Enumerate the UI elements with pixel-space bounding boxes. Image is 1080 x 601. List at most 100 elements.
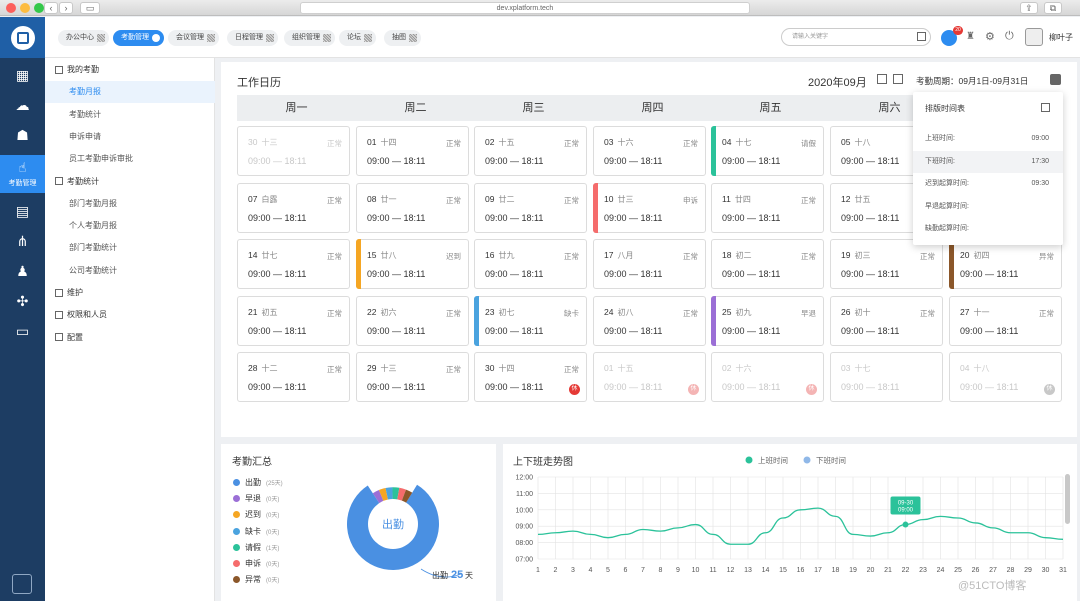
calendar-day[interactable]: 30 十三 正常 09:00 — 18:11 (237, 126, 350, 176)
calendar-day[interactable]: 07 白露 正常 09:00 — 18:11 (237, 182, 350, 233)
calendar-day[interactable]: 30 十四 正常 09:00 — 18:11 休 (474, 352, 587, 402)
menu-item-9[interactable]: 公司考勤统计 (45, 260, 215, 282)
menu-item-12[interactable]: 配置 (45, 327, 215, 349)
menu-item-6[interactable]: 部门考勤月报 (45, 193, 215, 215)
avatar[interactable] (1025, 28, 1043, 46)
tab-3[interactable]: 日程管理 (227, 30, 278, 46)
calendar-day[interactable]: 02 十六 09:00 — 18:11 休 (711, 352, 824, 402)
menu-item-0[interactable]: 我的考勤 (45, 59, 215, 81)
power-icon[interactable]: ⏻ (1005, 30, 1014, 43)
calendar-day[interactable]: 21 初五 正常 09:00 — 18:11 (237, 295, 350, 346)
app-logo[interactable] (0, 17, 45, 58)
calendar-day[interactable]: 17 八月 正常 09:00 — 18:11 (593, 239, 706, 289)
menu-item-8[interactable]: 部门考勤统计 (45, 237, 215, 259)
calendar-day[interactable]: 10 廿三 申诉 09:00 — 18:11 (593, 182, 706, 233)
tab-0[interactable]: 办公中心 (58, 30, 109, 46)
calendar-day[interactable]: 02 十五 正常 09:00 — 18:11 (474, 126, 587, 176)
calendar-day[interactable]: 24 初八 正常 09:00 — 18:11 (593, 295, 706, 346)
user-name[interactable]: 柳叶子 (1049, 32, 1073, 43)
clock-icon[interactable] (1050, 74, 1061, 85)
calendar-day[interactable]: 04 十七 请假 09:00 — 18:11 (711, 126, 824, 176)
calendar-month[interactable]: 2020年09月 (808, 74, 867, 90)
calendar-day[interactable]: 11 廿四 正常 09:00 — 18:11 (711, 182, 824, 233)
calendar-day[interactable]: 15 廿八 迟到 09:00 — 18:11 (356, 239, 469, 289)
menu-item-7[interactable]: 个人考勤月报 (45, 215, 215, 237)
schedule-row: 缺勤起算时间: (913, 218, 1063, 240)
calendar-day[interactable]: 28 十二 正常 09:00 — 18:11 (237, 352, 350, 402)
share-icon[interactable]: ⇪ (1020, 2, 1038, 14)
qr-icon[interactable] (409, 34, 417, 42)
tab-2[interactable]: 会议管理 (168, 30, 219, 46)
qr-icon[interactable] (266, 34, 274, 42)
app-grid-icon[interactable] (12, 574, 32, 594)
fullscreen-icon[interactable] (917, 32, 926, 41)
calendar-day[interactable]: 01 十五 09:00 — 18:11 休 (593, 352, 706, 402)
qr-icon[interactable] (364, 34, 372, 42)
calendar-day[interactable]: 14 廿七 正常 09:00 — 18:11 (237, 239, 350, 289)
sidebar-item-attendance[interactable]: ☝ 考勤管理 (0, 155, 45, 193)
close-window-icon[interactable] (6, 3, 16, 13)
calendar-day[interactable]: 16 廿九 正常 09:00 — 18:11 (474, 239, 587, 289)
tab-5[interactable]: 论坛 (339, 30, 376, 46)
menu-item-5[interactable]: 考勤统计 (45, 171, 215, 193)
sidebar-toggle-icon[interactable]: ▭ (80, 2, 100, 14)
cloud-icon[interactable]: ☁ (0, 90, 45, 120)
prev-month-icon[interactable] (877, 74, 887, 84)
status-badge: 请假 (801, 139, 816, 148)
bell-icon[interactable]: ♜ (966, 31, 975, 42)
calendar-icon[interactable]: ▤ (0, 196, 45, 226)
calendar-day[interactable]: 26 初十 正常 09:00 — 18:11 (830, 295, 943, 346)
calendar-day[interactable]: 04 十八 09:00 — 18:11 休 (949, 352, 1062, 402)
lunar-date: 八月 (617, 251, 634, 260)
day-date: 12 (841, 193, 851, 204)
org-icon[interactable]: ⋔ (0, 226, 45, 256)
tabs-icon[interactable]: ⧉ (1044, 2, 1062, 14)
close-icon[interactable] (152, 34, 160, 42)
maximize-window-icon[interactable] (34, 3, 44, 13)
calendar-day[interactable]: 20 初四 异常 09:00 — 18:11 (949, 239, 1062, 289)
lunar-date: 初六 (380, 307, 397, 317)
minimize-window-icon[interactable] (20, 3, 30, 13)
expand-icon[interactable] (1041, 103, 1050, 112)
qr-icon[interactable] (323, 34, 331, 42)
back-button[interactable]: ‹ (44, 2, 58, 14)
calendar-day[interactable]: 09 廿二 正常 09:00 — 18:11 (474, 182, 587, 233)
contacts-icon[interactable]: ☗ (0, 120, 45, 150)
calendar-day[interactable]: 27 十一 正常 09:00 — 18:11 (949, 295, 1062, 346)
calendar-day[interactable]: 23 初七 缺卡 09:00 — 18:11 (474, 295, 587, 346)
calendar-day[interactable]: 18 初二 正常 09:00 — 18:11 (711, 239, 824, 289)
calendar-day[interactable]: 29 十三 正常 09:00 — 18:11 (356, 352, 469, 402)
tab-1[interactable]: 考勤管理 (113, 30, 164, 46)
tab-4[interactable]: 组织管理 (284, 30, 335, 46)
x-tick-label: 23 (919, 567, 927, 574)
legend-swatch (233, 511, 240, 519)
menu-item-3[interactable]: 申诉申请 (45, 126, 215, 148)
forward-button[interactable]: › (59, 2, 73, 14)
menu-item-4[interactable]: 员工考勤申诉审批 (45, 148, 215, 170)
gear-icon[interactable]: ⚙ (985, 30, 995, 43)
calendar-day[interactable]: 25 初九 早退 09:00 — 18:11 (711, 295, 824, 346)
monitor-icon[interactable]: ▭ (0, 316, 45, 346)
calendar-day[interactable]: 19 初三 正常 09:00 — 18:11 (830, 239, 943, 289)
qr-icon[interactable] (207, 34, 215, 42)
data-point[interactable] (902, 521, 909, 528)
menu-item-10[interactable]: 维护 (45, 282, 215, 304)
tab-6[interactable]: 抽图 (384, 30, 421, 46)
menu-item-2[interactable]: 考勤统计 (45, 104, 215, 126)
menu-item-11[interactable]: 权限和人员 (45, 304, 215, 326)
scrollbar[interactable] (1065, 474, 1070, 524)
calendar-day[interactable]: 08 廿一 正常 09:00 — 18:11 (356, 182, 469, 233)
building-icon[interactable]: ▦ (0, 60, 45, 90)
calendar-day[interactable]: 03 十七 09:00 — 18:11 (830, 352, 943, 402)
qr-icon[interactable] (97, 34, 105, 42)
network-icon[interactable]: ✣ (0, 286, 45, 316)
users-icon[interactable]: ♟ (0, 256, 45, 286)
calendar-day[interactable]: 03 十六 正常 09:00 — 18:11 (593, 126, 706, 176)
address-bar[interactable]: dev.xplatform.tech (300, 2, 750, 14)
menu-label: 权限和人员 (67, 310, 107, 320)
menu-item-1[interactable]: 考勤月报 (45, 81, 215, 104)
calendar-day[interactable]: 01 十四 正常 09:00 — 18:11 (356, 126, 469, 176)
calendar-day[interactable]: 22 初六 正常 09:00 — 18:11 (356, 295, 469, 346)
next-month-icon[interactable] (893, 74, 903, 84)
search-input[interactable]: 请输入关键字 (781, 28, 931, 46)
